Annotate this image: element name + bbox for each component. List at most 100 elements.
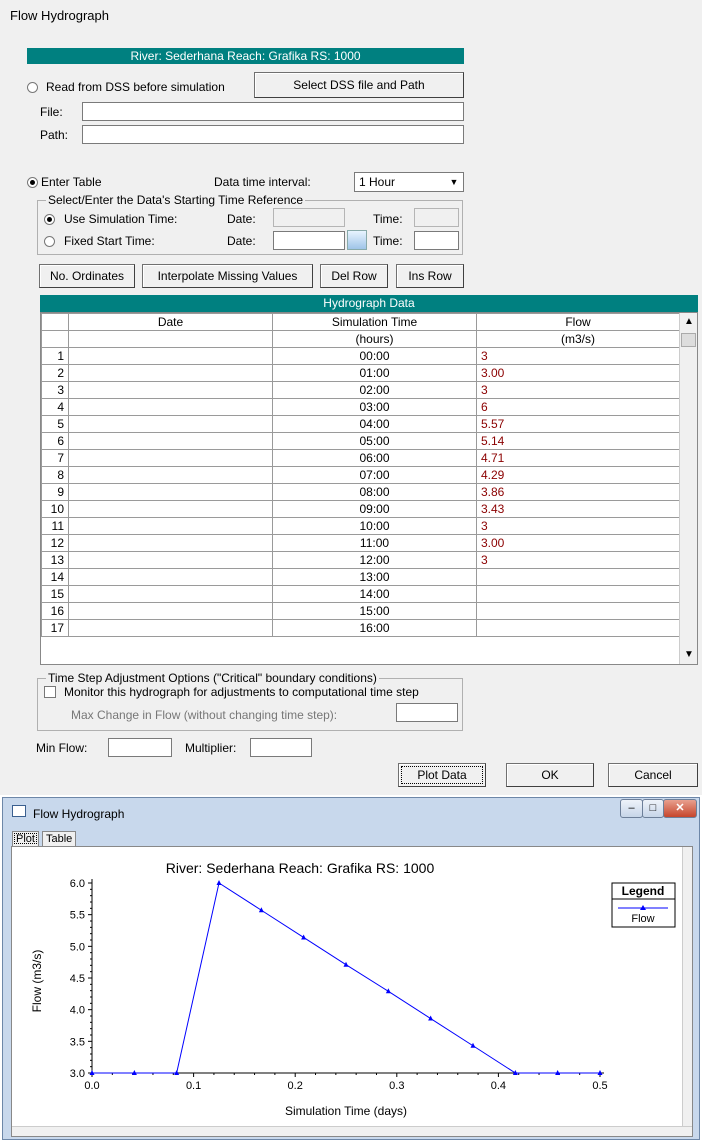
sim-time-cell[interactable]: 04:00 [272, 415, 477, 433]
maximize-icon[interactable]: □ [642, 799, 664, 818]
flow-cell[interactable]: 3 [476, 517, 680, 535]
flow-cell[interactable]: 6 [476, 398, 680, 416]
flow-cell[interactable]: 3 [476, 347, 680, 365]
monitor-checkbox[interactable] [44, 686, 56, 698]
tab-table[interactable]: Table [42, 831, 77, 846]
table-row[interactable]: 13 12:00 3 [41, 551, 680, 569]
table-row[interactable]: 10 09:00 3.43 [41, 500, 680, 518]
sim-time-cell[interactable]: 13:00 [272, 568, 477, 586]
use-sim-time-radio[interactable] [44, 214, 55, 225]
table-row[interactable]: 1 00:00 3 [41, 347, 680, 365]
cancel-button[interactable]: Cancel [608, 763, 698, 787]
del-row-button[interactable]: Del Row [320, 264, 388, 288]
path-input[interactable] [82, 125, 464, 144]
max-change-input[interactable] [396, 703, 458, 722]
sim-time-cell[interactable]: 07:00 [272, 466, 477, 484]
table-row[interactable]: 17 16:00 [41, 619, 680, 637]
ins-row-button[interactable]: Ins Row [396, 264, 464, 288]
date-cell[interactable] [68, 381, 273, 399]
table-row[interactable]: 3 02:00 3 [41, 381, 680, 399]
date-cell[interactable] [68, 364, 273, 382]
flow-cell[interactable]: 3.00 [476, 534, 680, 552]
calendar-icon[interactable] [347, 230, 367, 250]
date-cell[interactable] [68, 398, 273, 416]
date-cell[interactable] [68, 415, 273, 433]
flow-cell[interactable]: 3.86 [476, 483, 680, 501]
table-row[interactable]: 14 13:00 [41, 568, 680, 586]
date-cell[interactable] [68, 551, 273, 569]
flow-cell[interactable] [476, 568, 680, 586]
flow-cell[interactable] [476, 602, 680, 620]
flow-cell[interactable]: 3 [476, 551, 680, 569]
multiplier-input[interactable] [250, 738, 312, 757]
file-input[interactable] [82, 102, 464, 121]
scroll-down-icon[interactable]: ▼ [680, 646, 697, 664]
sim-time-cell[interactable]: 03:00 [272, 398, 477, 416]
table-row[interactable]: 11 10:00 3 [41, 517, 680, 535]
plot-vertical-scrollbar[interactable] [682, 847, 692, 1126]
date-cell[interactable] [68, 432, 273, 450]
close-icon[interactable]: ✕ [663, 799, 697, 818]
plot-horizontal-scrollbar[interactable] [12, 1126, 692, 1136]
flow-cell[interactable]: 4.71 [476, 449, 680, 467]
no-ordinates-button[interactable]: No. Ordinates [39, 264, 135, 288]
flow-cell[interactable] [476, 619, 680, 637]
scroll-up-icon[interactable]: ▲ [680, 313, 697, 331]
table-row[interactable]: 6 05:00 5.14 [41, 432, 680, 450]
date-cell[interactable] [68, 483, 273, 501]
sim-time-cell[interactable]: 14:00 [272, 585, 477, 603]
fixed-time-input[interactable] [414, 231, 459, 250]
minimize-icon[interactable]: – [620, 799, 643, 818]
table-row[interactable]: 4 03:00 6 [41, 398, 680, 416]
fixed-start-radio[interactable] [44, 236, 55, 247]
ok-button[interactable]: OK [506, 763, 594, 787]
date-cell[interactable] [68, 347, 273, 365]
sim-time-cell[interactable]: 02:00 [272, 381, 477, 399]
date-cell[interactable] [68, 602, 273, 620]
read-dss-radio[interactable] [27, 82, 38, 93]
interpolate-button[interactable]: Interpolate Missing Values [142, 264, 313, 288]
sim-time-cell[interactable]: 00:00 [272, 347, 477, 365]
table-row[interactable]: 16 15:00 [41, 602, 680, 620]
date-cell[interactable] [68, 449, 273, 467]
select-dss-button[interactable]: Select DSS file and Path [254, 72, 464, 98]
sim-time-cell[interactable]: 11:00 [272, 534, 477, 552]
sim-time-cell[interactable]: 06:00 [272, 449, 477, 467]
flow-cell[interactable]: 3.00 [476, 364, 680, 382]
fixed-date-input[interactable] [273, 231, 345, 250]
date-cell[interactable] [68, 517, 273, 535]
sim-time-cell[interactable]: 16:00 [272, 619, 477, 637]
flow-cell[interactable]: 5.57 [476, 415, 680, 433]
sim-time-cell[interactable]: 10:00 [272, 517, 477, 535]
date-cell[interactable] [68, 500, 273, 518]
table-row[interactable]: 8 07:00 4.29 [41, 466, 680, 484]
flow-cell[interactable]: 4.29 [476, 466, 680, 484]
sim-time-cell[interactable]: 05:00 [272, 432, 477, 450]
table-row[interactable]: 7 06:00 4.71 [41, 449, 680, 467]
interval-select[interactable]: 1 Hour ▼ [354, 172, 464, 192]
enter-table-radio[interactable] [27, 177, 38, 188]
date-cell[interactable] [68, 619, 273, 637]
table-row[interactable]: 5 04:00 5.57 [41, 415, 680, 433]
date-cell[interactable] [68, 585, 273, 603]
table-row[interactable]: 2 01:00 3.00 [41, 364, 680, 382]
table-row[interactable]: 9 08:00 3.86 [41, 483, 680, 501]
plot-data-button[interactable]: Plot Data [398, 763, 486, 787]
table-row[interactable]: 15 14:00 [41, 585, 680, 603]
table-scrollbar[interactable]: ▲ ▼ [679, 313, 697, 664]
date-cell[interactable] [68, 568, 273, 586]
flow-cell[interactable]: 3.43 [476, 500, 680, 518]
date-cell[interactable] [68, 534, 273, 552]
flow-cell[interactable] [476, 585, 680, 603]
flow-cell[interactable]: 3 [476, 381, 680, 399]
scroll-thumb[interactable] [681, 333, 696, 347]
sim-time-cell[interactable]: 01:00 [272, 364, 477, 382]
sim-time-cell[interactable]: 09:00 [272, 500, 477, 518]
sim-time-cell[interactable]: 12:00 [272, 551, 477, 569]
hydrograph-table[interactable]: Date Simulation Time Flow (hours) (m3/s)… [40, 312, 698, 665]
sim-time-cell[interactable]: 15:00 [272, 602, 477, 620]
sim-time-cell[interactable]: 08:00 [272, 483, 477, 501]
min-flow-input[interactable] [108, 738, 172, 757]
tab-plot[interactable]: Plot [12, 831, 39, 846]
date-cell[interactable] [68, 466, 273, 484]
